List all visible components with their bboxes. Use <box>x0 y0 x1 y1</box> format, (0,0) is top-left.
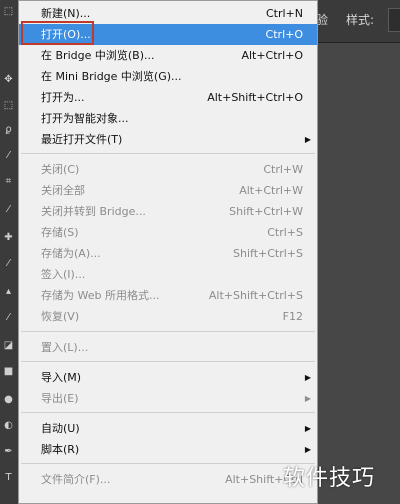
menu-item-label: 恢复(V) <box>41 310 80 323</box>
annotation-highlight-box <box>21 21 94 45</box>
menu-item-shortcut: Shift+Ctrl+W <box>229 205 303 218</box>
canvas-area[interactable] <box>318 43 400 504</box>
menu-item-import[interactable]: 导入(M) ▶ <box>19 367 317 388</box>
watermark-text: 软件技巧 <box>283 466 376 491</box>
menu-item-label: 存储为 Web 所用格式... <box>41 289 160 302</box>
menu-item-open-as-smart-object[interactable]: 打开为智能对象... <box>19 108 317 129</box>
menu-item-label: 在 Bridge 中浏览(B)... <box>41 49 155 62</box>
menu-item-shortcut: Ctrl+O <box>265 28 303 41</box>
menu-item-label: 签入(I)... <box>41 268 86 281</box>
menu-item-label: 导入(M) <box>41 371 82 384</box>
submenu-arrow-icon: ▶ <box>304 445 311 454</box>
menu-item-check-in[interactable]: 签入(I)... <box>19 264 317 285</box>
menu-item-open-as[interactable]: 打开为... Alt+Shift+Ctrl+O <box>19 87 317 108</box>
menu-item-browse-bridge[interactable]: 在 Bridge 中浏览(B)... Alt+Ctrl+O <box>19 45 317 66</box>
dodge-tool-icon[interactable]: ◐ <box>3 420 14 431</box>
options-bar: 验 样式: <box>316 0 400 43</box>
menu-item-label: 关闭(C) <box>41 163 80 176</box>
menu-item-label: 存储(S) <box>41 226 79 239</box>
menu-item-shortcut: Shift+Ctrl+S <box>233 247 303 260</box>
menu-item-save[interactable]: 存储(S) Ctrl+S <box>19 222 317 243</box>
marquee-tool-icon[interactable]: ⬚ <box>3 6 14 17</box>
gradient-tool-icon[interactable]: ■ <box>3 366 14 377</box>
menu-item-label: 打开为... <box>41 91 85 104</box>
menu-item-browse-mini-bridge[interactable]: 在 Mini Bridge 中浏览(G)... <box>19 66 317 87</box>
stamp-tool-icon[interactable]: ▴ <box>3 286 14 297</box>
history-brush-icon[interactable]: ⁄ <box>3 312 14 323</box>
menu-item-label: 最近打开文件(T) <box>41 133 123 146</box>
submenu-arrow-icon: ▶ <box>304 373 311 382</box>
menu-item-label: 关闭并转到 Bridge... <box>41 205 146 218</box>
menu-separator <box>21 361 315 362</box>
menu-separator <box>21 412 315 413</box>
menu-item-close[interactable]: 关闭(C) Ctrl+W <box>19 159 317 180</box>
submenu-arrow-icon: ▶ <box>304 135 311 144</box>
menu-separator <box>21 463 315 464</box>
menu-item-export[interactable]: 导出(E) ▶ <box>19 388 317 409</box>
menu-item-label: 脚本(R) <box>41 443 80 456</box>
type-tool-icon[interactable]: T <box>3 472 14 483</box>
menu-item-close-go-bridge[interactable]: 关闭并转到 Bridge... Shift+Ctrl+W <box>19 201 317 222</box>
menu-item-save-as[interactable]: 存储为(A)... Shift+Ctrl+S <box>19 243 317 264</box>
menu-item-file-info[interactable]: 文件简介(F)... Alt+Shift+Ctrl <box>19 469 317 490</box>
menu-item-place[interactable]: 置入(L)... <box>19 337 317 358</box>
menu-item-save-for-web[interactable]: 存储为 Web 所用格式... Alt+Shift+Ctrl+S <box>19 285 317 306</box>
pen-tool-icon[interactable]: ✒ <box>3 446 14 457</box>
menu-item-close-all[interactable]: 关闭全部 Alt+Ctrl+W <box>19 180 317 201</box>
menu-item-shortcut: Alt+Shift+Ctrl+S <box>208 289 303 302</box>
menu-item-label: 打开为智能对象... <box>41 112 129 125</box>
style-dropdown[interactable] <box>388 8 400 32</box>
blur-tool-icon[interactable]: ● <box>3 394 14 405</box>
submenu-arrow-icon: ▶ <box>304 424 311 433</box>
menu-item-shortcut: Ctrl+S <box>267 226 303 239</box>
style-label: 样式: <box>346 13 375 27</box>
menu-separator <box>21 153 315 154</box>
healing-brush-icon[interactable]: ✚ <box>3 232 14 243</box>
menu-item-shortcut: Ctrl+N <box>265 7 303 20</box>
file-menu: 新建(N)... Ctrl+N 打开(O)... Ctrl+O 在 Bridge… <box>18 0 318 504</box>
eyedropper-tool-icon[interactable]: ⁄ <box>3 204 14 215</box>
menu-item-shortcut: Ctrl+W <box>263 163 303 176</box>
crop-tool-icon[interactable]: ⌗ <box>3 176 14 187</box>
menu-item-automate[interactable]: 自动(U) ▶ <box>19 418 317 439</box>
tools-panel: ⬚ ✥ ⬚ ϼ ⁄ ⌗ ⁄ ✚ ⁄ ▴ ⁄ ◪ ■ ● ◐ ✒ T <box>0 0 19 504</box>
menu-item-label: 导出(E) <box>41 392 79 405</box>
move-tool-icon[interactable]: ✥ <box>3 74 14 85</box>
menu-item-shortcut: Alt+Ctrl+W <box>239 184 303 197</box>
menu-item-label: 关闭全部 <box>41 184 85 197</box>
menu-item-shortcut: Alt+Ctrl+O <box>241 49 303 62</box>
menu-item-recent-files[interactable]: 最近打开文件(T) ▶ <box>19 129 317 150</box>
eraser-tool-icon[interactable]: ◪ <box>3 340 14 351</box>
submenu-arrow-icon: ▶ <box>304 394 311 403</box>
menu-item-scripts[interactable]: 脚本(R) ▶ <box>19 439 317 460</box>
lasso-tool-icon[interactable]: ϼ <box>3 124 14 135</box>
brush-tool-icon[interactable]: ⁄ <box>3 258 14 269</box>
menu-item-label: 在 Mini Bridge 中浏览(G)... <box>41 70 182 83</box>
menu-item-shortcut: Alt+Shift+Ctrl+O <box>207 91 303 104</box>
marquee-tool-icon-2[interactable]: ⬚ <box>3 100 14 111</box>
menu-item-label: 自动(U) <box>41 422 80 435</box>
menu-item-label: 存储为(A)... <box>41 247 101 260</box>
menu-item-shortcut: F12 <box>282 310 303 323</box>
menu-separator <box>21 331 315 332</box>
menu-item-revert[interactable]: 恢复(V) F12 <box>19 306 317 327</box>
menu-item-label: 文件简介(F)... <box>41 473 111 486</box>
menu-item-label: 置入(L)... <box>41 341 89 354</box>
magic-wand-icon[interactable]: ⁄ <box>3 150 14 161</box>
